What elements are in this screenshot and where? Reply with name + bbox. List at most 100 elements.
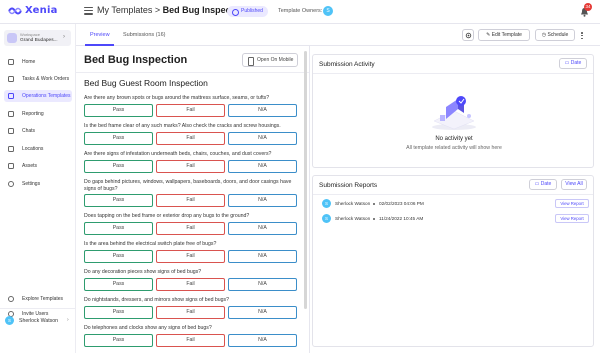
divider [313, 73, 593, 74]
sidebar-item-assets[interactable]: Assets [4, 160, 72, 172]
empty-state-title: No activity yet [435, 136, 473, 142]
card-title: Submission Activity [319, 61, 375, 68]
schedule-button[interactable]: ◷ Schedule [535, 29, 575, 41]
option-pass[interactable]: Pass [84, 104, 153, 117]
date-filter-button[interactable]: ▭ Date [529, 179, 557, 190]
edit-template-button[interactable]: ✎ Edit Template [478, 29, 530, 41]
owner-avatar[interactable]: S [323, 6, 333, 16]
user-name[interactable]: Sherlock Watson [19, 318, 58, 324]
empty-activity-illustration-icon [432, 96, 476, 130]
submitter-name: Sherlock Watson [335, 216, 371, 221]
settings-button[interactable] [462, 29, 474, 41]
option-na[interactable]: N/A [228, 306, 297, 319]
option-fail[interactable]: Fail [156, 278, 225, 291]
template-owners-label: Template Owners: [278, 8, 323, 14]
tab-submissions[interactable]: Submissions (16) [123, 32, 166, 38]
question-text: Are there signs of infestation underneat… [84, 151, 272, 157]
option-pass[interactable]: Pass [84, 334, 153, 347]
preview-scrollbar[interactable] [304, 51, 307, 309]
sidebar-item-label: Home [22, 59, 36, 66]
option-na[interactable]: N/A [228, 104, 297, 117]
option-pass[interactable]: Pass [84, 278, 153, 291]
chevron-right-icon[interactable]: › [67, 317, 69, 323]
option-pass[interactable]: Pass [84, 250, 153, 263]
explore-icon [8, 296, 14, 302]
breadcrumb-parent[interactable]: My Templates [97, 5, 152, 15]
question-text: Is the bed frame clear of any such marks… [84, 123, 281, 129]
avatar: S [322, 214, 331, 223]
schedule-label: Schedule [547, 32, 569, 38]
option-fail[interactable]: Fail [156, 160, 225, 173]
sidebar-item-home[interactable]: Home [4, 56, 72, 68]
top-bar: Xenia My Templates > Bed Bug Inspection … [0, 0, 600, 24]
option-fail[interactable]: Fail [156, 306, 225, 319]
sidebar-item-chats[interactable]: Chats [4, 125, 72, 137]
sidebar-item-locations[interactable]: Locations [4, 143, 72, 155]
option-na[interactable]: N/A [228, 132, 297, 145]
sidebar-item-explore-templates[interactable]: Explore Templates [4, 293, 72, 305]
option-na[interactable]: N/A [228, 334, 297, 347]
sidebar-item-settings[interactable]: Settings [4, 178, 72, 190]
submitter-name: Sherlock Watson [335, 201, 371, 206]
sidebar-divider [0, 308, 75, 309]
workspace-name: Grand Budapes... [20, 37, 58, 43]
tab-bar: Preview Submissions (16) ✎ Edit Template… [76, 24, 600, 46]
open-on-mobile-button[interactable]: Open On Mobile [242, 53, 298, 67]
option-fail[interactable]: Fail [156, 104, 225, 117]
sidebar-item-label: Explore Templates [22, 296, 64, 303]
option-na[interactable]: N/A [228, 222, 297, 235]
submission-date: 11/24/2022 10:45 AM [379, 216, 424, 221]
submission-reports-card: Submission Reports ▭ Date View All S She… [312, 175, 594, 347]
option-fail[interactable]: Fail [156, 194, 225, 207]
edit-template-label: Edit Template [491, 32, 522, 38]
option-pass[interactable]: Pass [84, 132, 153, 145]
option-pass[interactable]: Pass [84, 306, 153, 319]
app-logo[interactable]: Xenia [8, 5, 58, 16]
question-text: Do telephones and clocks show any signs … [84, 325, 212, 331]
divider [313, 194, 593, 195]
view-report-button[interactable]: View Report [555, 214, 589, 223]
status-badge: Published [227, 6, 268, 17]
option-fail[interactable]: Fail [156, 334, 225, 347]
sidebar-item-label: Assets [22, 163, 38, 170]
gear-icon [465, 32, 471, 38]
option-fail[interactable]: Fail [156, 250, 225, 263]
home-icon [8, 59, 14, 65]
breadcrumb: My Templates > Bed Bug Inspection [97, 5, 247, 15]
option-pass[interactable]: Pass [84, 222, 153, 235]
workspace-switcher[interactable]: Workspace Grand Budapes... › [4, 30, 71, 46]
list-item: S Sherlock Watson 02/02/2023 04:06 PM Vi… [319, 198, 589, 210]
breadcrumb-separator: > [154, 5, 161, 15]
tab-preview[interactable]: Preview [90, 32, 110, 38]
menu-toggle-icon[interactable] [84, 7, 93, 15]
option-pass[interactable]: Pass [84, 194, 153, 207]
empty-state-subtitle: All template related activity will show … [406, 145, 502, 151]
sidebar-item-label: Invite Users [22, 311, 49, 318]
view-report-button[interactable]: View Report [555, 199, 589, 208]
submission-date: 02/02/2023 04:06 PM [379, 201, 424, 206]
option-fail[interactable]: Fail [156, 222, 225, 235]
brand-name: Xenia [25, 5, 58, 16]
view-all-button[interactable]: View All [561, 179, 587, 190]
date-label: Date [540, 181, 552, 187]
option-fail[interactable]: Fail [156, 132, 225, 145]
date-filter-button[interactable]: ▭ Date [559, 58, 587, 69]
option-na[interactable]: N/A [228, 160, 297, 173]
checklist-title: Bed Bug Guest Room Inspection [84, 78, 208, 88]
more-options-icon[interactable] [581, 32, 583, 41]
option-pass[interactable]: Pass [84, 160, 153, 173]
option-na[interactable]: N/A [228, 194, 297, 207]
location-icon [8, 146, 14, 152]
sidebar-item-label: Tasks & Work Orders [22, 76, 70, 83]
option-na[interactable]: N/A [228, 278, 297, 291]
sidebar-item-operations-templates[interactable]: Operations Templates [4, 90, 72, 102]
tasks-icon [8, 76, 14, 82]
avatar[interactable]: S [5, 316, 14, 325]
question-text: Does tapping on the bed frame or exterio… [84, 213, 250, 219]
sidebar-item-label: Chats [22, 128, 36, 135]
sidebar-item-tasks[interactable]: Tasks & Work Orders [4, 73, 72, 85]
sidebar-item-reporting[interactable]: Reporting [4, 108, 72, 120]
option-na[interactable]: N/A [228, 250, 297, 263]
gear-icon [8, 181, 14, 187]
template-preview: Bed Bug Inspection Open On Mobile Bed Bu… [76, 46, 310, 353]
